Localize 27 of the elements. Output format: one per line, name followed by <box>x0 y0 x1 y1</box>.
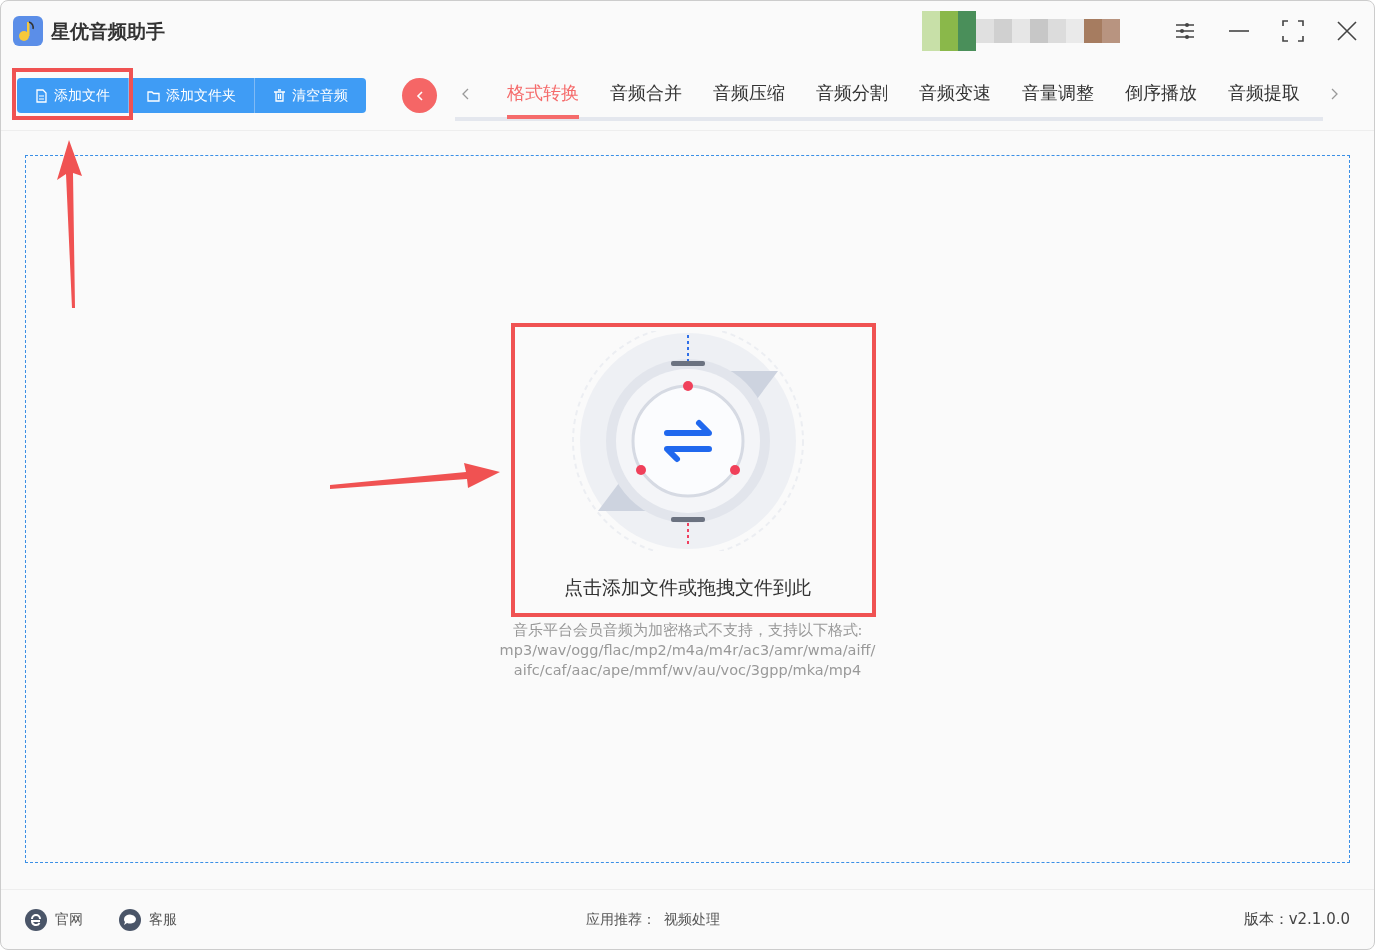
tab[interactable]: 音频合并 <box>609 72 682 119</box>
tab[interactable]: 音频变速 <box>918 72 991 119</box>
trash-icon <box>273 88 286 103</box>
app-title: 星优音频助手 <box>51 18 165 44</box>
sliders-icon <box>1174 20 1196 42</box>
file-icon <box>35 88 48 103</box>
folder-icon <box>147 88 160 103</box>
tab[interactable]: 音频压缩 <box>712 72 785 119</box>
recommend-link[interactable]: 视频处理 <box>664 909 721 930</box>
tab[interactable]: 音频分割 <box>815 72 888 119</box>
drop-prompt: 点击添加文件或拖拽文件到此 <box>564 575 811 600</box>
close-icon <box>1336 20 1358 42</box>
version-text: 版本：v2.1.0.0 <box>1243 909 1350 931</box>
maximize-icon <box>1282 20 1304 42</box>
globe-icon <box>25 908 47 931</box>
supported-formats-text: 音乐平台会员音频为加密格式不支持，支持以下格式: mp3/wav/ogg/flac/mp2/m4a/m4r/ac3/amr/wma/aiff/ aifc/caf/aac/ape/mmf/wv/au/voc/3gpp/mka/mp4 <box>499 620 876 680</box>
footer-link[interactable]: 官网 <box>25 908 83 931</box>
chat-bubble-icon <box>119 908 141 931</box>
recommend-label: 应用推荐： <box>586 910 657 929</box>
tab[interactable]: 音量调整 <box>1021 72 1094 119</box>
app-logo-icon <box>13 16 43 46</box>
back-button[interactable] <box>402 78 437 113</box>
minimize-icon <box>1229 30 1249 32</box>
tab[interactable]: 倒序播放 <box>1124 72 1197 119</box>
footer-link[interactable]: 客服 <box>119 908 177 931</box>
drop-zone[interactable]: 点击添加文件或拖拽文件到此 音乐平台会员音频为加密格式不支持，支持以下格式: mp3/wav/ogg/flac/mp2/m4a/m4r/ac3/amr/wma/aiff/ aifc/caf/aac/ape/mmf/wv/au/voc/3gpp/mka/mp4 <box>25 155 1350 863</box>
tab[interactable]: 音频提取 <box>1227 72 1300 119</box>
